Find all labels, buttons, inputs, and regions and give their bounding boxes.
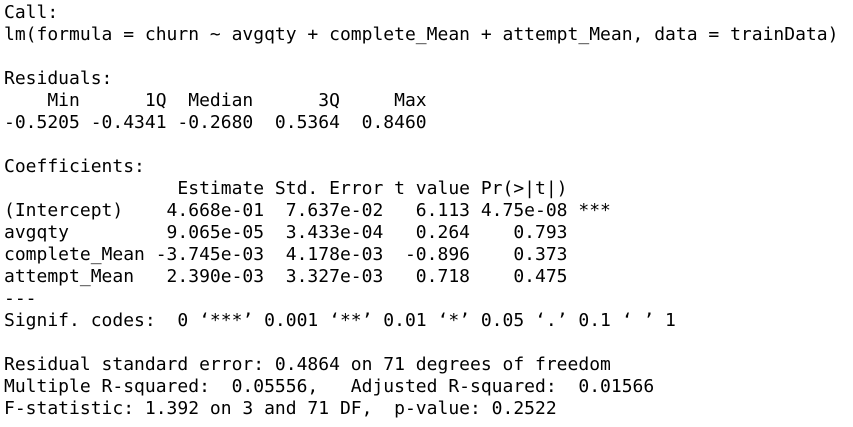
- r-console-output: Call: lm(formula = churn ~ avgqty + comp…: [4, 2, 849, 420]
- coefficient-row-complete-mean: complete_Mean -3.745e-03 4.178e-03 -0.89…: [4, 244, 611, 265]
- r-squared-line: Multiple R-squared: 0.05556, Adjusted R-…: [4, 376, 666, 397]
- residual-standard-error: Residual standard error: 0.4864 on 71 de…: [4, 354, 611, 375]
- residuals-column-labels: Min 1Q Median 3Q Max: [4, 90, 438, 111]
- coefficient-row-intercept: (Intercept) 4.668e-01 7.637e-02 6.113 4.…: [4, 200, 611, 221]
- f-statistic-line: F-statistic: 1.392 on 3 and 71 DF, p-val…: [4, 398, 557, 419]
- residuals-values: -0.5205 -0.4341 -0.2680 0.5364 0.8460: [4, 112, 438, 133]
- separator-line: ---: [4, 288, 37, 309]
- call-header: Call:: [4, 2, 59, 23]
- coefficients-header: Coefficients:: [4, 156, 145, 177]
- signif-codes: Signif. codes: 0 ‘***’ 0.001 ‘**’ 0.01 ‘…: [4, 310, 676, 331]
- coefficient-row-attempt-mean: attempt_Mean 2.390e-03 3.327e-03 0.718 0…: [4, 266, 611, 287]
- coefficient-row-avgqty: avgqty 9.065e-05 3.433e-04 0.264 0.793: [4, 222, 611, 243]
- residuals-header: Residuals:: [4, 68, 113, 89]
- call-formula: lm(formula = churn ~ avgqty + complete_M…: [4, 24, 839, 45]
- coefficients-column-labels: Estimate Std. Error t value Pr(>|t|): [4, 178, 611, 199]
